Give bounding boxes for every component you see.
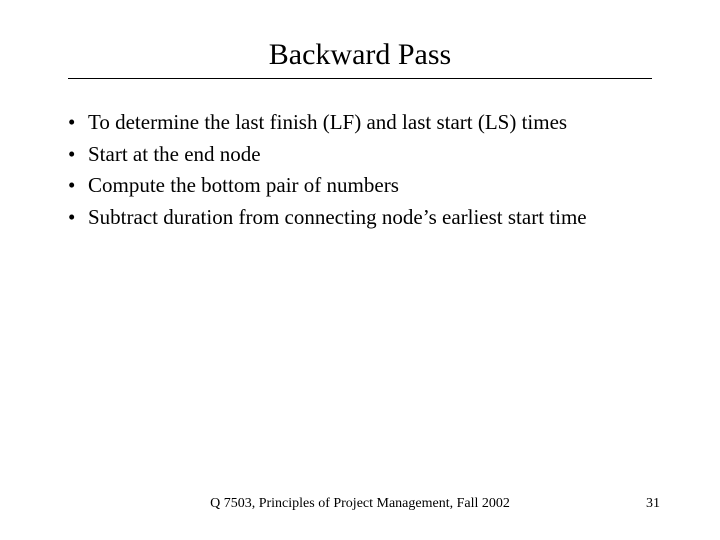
list-item: • To determine the last finish (LF) and … <box>68 107 660 139</box>
bullet-list: • To determine the last finish (LF) and … <box>60 107 660 233</box>
bullet-icon: • <box>68 139 88 171</box>
bullet-text: Compute the bottom pair of numbers <box>88 170 399 202</box>
bullet-icon: • <box>68 107 88 139</box>
page-number: 31 <box>646 496 660 512</box>
bullet-icon: • <box>68 170 88 202</box>
bullet-icon: • <box>68 202 88 234</box>
bullet-text: Start at the end node <box>88 139 261 171</box>
title-underline <box>68 78 652 79</box>
footer-text: Q 7503, Principles of Project Management… <box>60 496 660 512</box>
list-item: • Start at the end node <box>68 139 660 171</box>
slide-footer: Q 7503, Principles of Project Management… <box>0 496 720 512</box>
slide-title: Backward Pass <box>60 38 660 72</box>
bullet-text: To determine the last finish (LF) and la… <box>88 107 567 139</box>
list-item: • Subtract duration from connecting node… <box>68 202 660 234</box>
list-item: • Compute the bottom pair of numbers <box>68 170 660 202</box>
slide-container: Backward Pass • To determine the last fi… <box>0 0 720 540</box>
bullet-text: Subtract duration from connecting node’s… <box>88 202 587 234</box>
